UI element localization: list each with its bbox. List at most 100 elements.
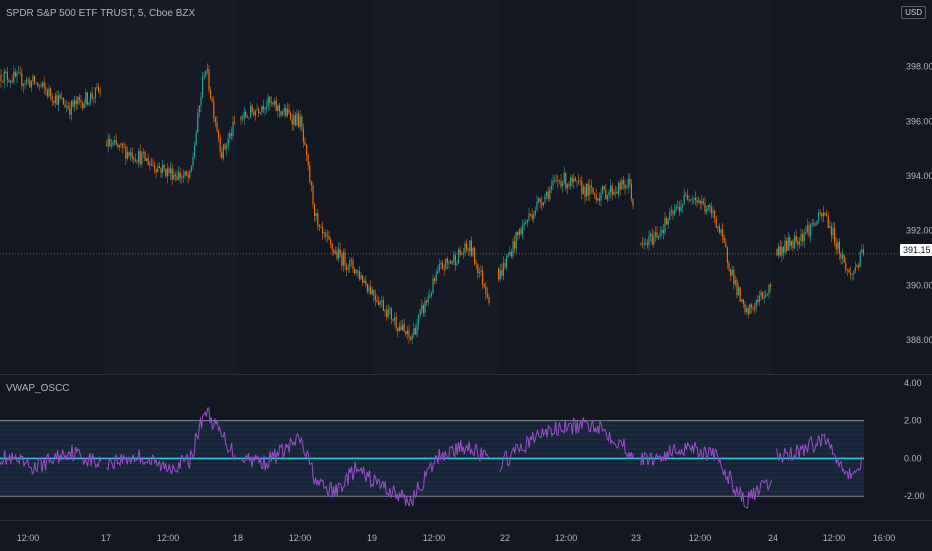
candle-body bbox=[526, 220, 528, 223]
candle-body bbox=[696, 200, 698, 203]
candle-body bbox=[107, 138, 109, 147]
candle-body bbox=[229, 133, 231, 139]
candle-body bbox=[850, 272, 852, 275]
candle-body bbox=[832, 227, 834, 236]
candle-body bbox=[85, 92, 87, 104]
candle-body bbox=[542, 202, 544, 206]
candle-body bbox=[483, 283, 485, 287]
candle-body bbox=[731, 269, 733, 276]
candle-body bbox=[150, 163, 152, 165]
osc-tick-label: 2.00 bbox=[904, 416, 922, 426]
candle-body bbox=[408, 330, 410, 338]
candle-body bbox=[251, 105, 253, 112]
candle-body bbox=[371, 290, 373, 295]
candle-body bbox=[360, 275, 362, 280]
candle-body bbox=[246, 116, 248, 118]
candle-body bbox=[549, 189, 551, 200]
candle-body bbox=[533, 214, 535, 220]
candle-body bbox=[834, 227, 836, 243]
candle-body bbox=[758, 295, 760, 302]
symbol-title[interactable]: SPDR S&P 500 ETF TRUST, 5, Cboe BZX bbox=[6, 8, 195, 19]
candle-body bbox=[742, 299, 744, 304]
candle-body bbox=[189, 171, 191, 178]
candle-body bbox=[242, 119, 244, 120]
candle-body bbox=[381, 300, 383, 302]
candle-body bbox=[782, 246, 784, 253]
candle-body bbox=[274, 100, 276, 105]
candle-body bbox=[317, 213, 319, 226]
candle-body bbox=[390, 308, 392, 320]
candle-body bbox=[563, 173, 565, 183]
candle-body bbox=[219, 138, 221, 152]
candle-body bbox=[168, 168, 170, 174]
oscillator-chart[interactable]: 4.00 2.00 0.00 -2.00 bbox=[0, 375, 932, 520]
candle-body bbox=[861, 249, 863, 253]
candle-body bbox=[547, 191, 549, 200]
candle-body bbox=[259, 112, 261, 113]
candle-body bbox=[144, 151, 146, 162]
candle-body bbox=[130, 152, 132, 156]
oscillator-pane[interactable]: 4.00 2.00 0.00 -2.00 VWAP_OSCC bbox=[0, 375, 932, 520]
candle-body bbox=[806, 225, 808, 232]
candle-body bbox=[594, 193, 596, 195]
candle-body bbox=[539, 198, 541, 203]
candle-body bbox=[341, 255, 343, 266]
candle-body bbox=[53, 100, 55, 104]
candle-body bbox=[395, 317, 397, 329]
time-tick-label: 18 bbox=[233, 533, 243, 543]
candle-body bbox=[216, 122, 218, 132]
candle-body bbox=[694, 197, 696, 201]
session-shade bbox=[0, 0, 105, 374]
candle-body bbox=[504, 262, 506, 268]
candle-body bbox=[725, 242, 727, 248]
candle-body bbox=[254, 110, 256, 116]
candle-body bbox=[24, 83, 26, 85]
candle-body bbox=[40, 85, 42, 87]
candle-body bbox=[512, 241, 514, 257]
candle-body bbox=[46, 90, 48, 97]
candle-body bbox=[205, 71, 207, 76]
candle-body bbox=[187, 175, 189, 178]
candle-body bbox=[277, 105, 279, 111]
candle-body bbox=[706, 209, 708, 212]
candle-body bbox=[525, 222, 527, 224]
candle-body bbox=[642, 243, 644, 245]
candle-body bbox=[856, 265, 858, 268]
candle-body bbox=[194, 145, 196, 157]
candle-body bbox=[602, 186, 604, 194]
candle-body bbox=[627, 178, 629, 188]
candle-body bbox=[365, 280, 367, 285]
indicator-title[interactable]: VWAP_OSCC bbox=[6, 383, 70, 394]
candle-body bbox=[354, 269, 356, 274]
candle-body bbox=[74, 100, 76, 107]
candle-body bbox=[397, 328, 399, 331]
candle-body bbox=[837, 241, 839, 250]
candle-body bbox=[306, 144, 308, 156]
time-tick-label: 12:00 bbox=[689, 533, 712, 543]
candle-body bbox=[581, 181, 583, 195]
candle-body bbox=[162, 164, 164, 173]
price-pane[interactable]: 398.00 396.00 394.00 392.00 390.00 388.00 SPD… bbox=[0, 0, 932, 374]
candle-body bbox=[544, 195, 546, 203]
candle-body bbox=[70, 101, 72, 115]
price-tick-label: 388.00 bbox=[906, 335, 932, 345]
candle-body bbox=[434, 278, 436, 282]
time-axis[interactable]: 12:00 17 12:00 18 12:00 19 12:00 22 12:00 23 12:00… bbox=[0, 520, 932, 551]
candle-body bbox=[109, 138, 111, 146]
candle-body bbox=[506, 256, 508, 268]
candle-body bbox=[139, 151, 141, 165]
candle-body bbox=[117, 144, 119, 147]
candle-body bbox=[302, 128, 304, 142]
candle-body bbox=[195, 132, 197, 146]
candle-body bbox=[258, 109, 260, 113]
price-chart[interactable]: 398.00 396.00 394.00 392.00 390.00 388.00 bbox=[0, 0, 932, 374]
currency-badge[interactable]: USD bbox=[901, 6, 926, 19]
candle-body bbox=[405, 331, 407, 335]
candle-body bbox=[221, 151, 223, 159]
candle-body bbox=[158, 166, 160, 168]
candle-body bbox=[280, 111, 282, 116]
candle-body bbox=[669, 211, 671, 220]
candle-body bbox=[570, 177, 572, 186]
candle-body bbox=[592, 187, 594, 194]
candle-body bbox=[181, 177, 183, 179]
